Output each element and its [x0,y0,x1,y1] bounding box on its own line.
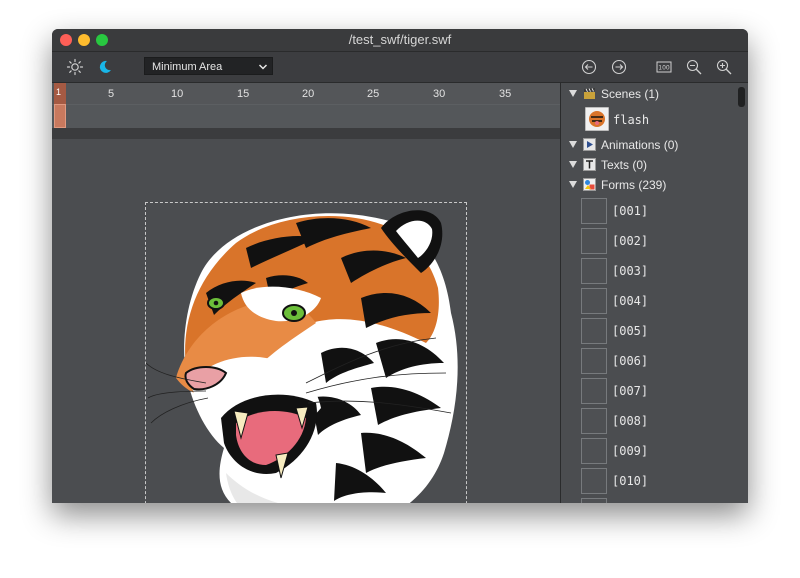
form-thumbnail[interactable] [581,468,607,494]
scene-thumbnail [585,107,609,131]
tree-forms-label: Forms (239) [601,178,667,192]
zoom-mode-value: Minimum Area [152,61,223,73]
form-item-label[interactable]: [006] [612,354,648,368]
titlebar: /test_swf/tiger.swf [52,29,748,52]
current-frame-label: 1 [56,87,62,97]
ruler-tick: 20 [302,88,315,100]
timeline-frames[interactable] [52,104,560,129]
stage-pane: 1 5 10 15 20 25 30 35 [52,83,560,503]
form-item-label[interactable]: [003] [612,264,648,278]
form-item-label[interactable]: [010] [612,474,648,488]
disclosure-triangle-icon[interactable] [569,181,577,188]
form-thumbnail[interactable] [581,228,607,254]
timeline-divider [52,128,560,139]
form-thumbnail[interactable] [581,438,607,464]
zoom-100-label: 100 [658,65,670,72]
tiger-head-image [146,210,458,503]
current-frame-cell[interactable] [54,104,66,128]
form-thumbnail[interactable] [581,198,607,224]
chevron-down-icon [258,64,268,70]
form-item-label[interactable]: [004] [612,294,648,308]
scene-flash-label: flash [613,113,650,127]
window-title: /test_swf/tiger.swf [348,32,452,47]
text-icon [583,158,596,171]
clapperboard-icon [584,88,595,99]
toolbar: Minimum Area 100 [52,52,748,83]
disclosure-triangle-icon[interactable] [569,90,577,97]
play-icon [583,138,596,151]
tree-scrollbar[interactable] [738,87,745,107]
circle-left-arrow-icon[interactable] [580,58,598,76]
form-thumbnail[interactable] [581,498,607,503]
tree-texts-label: Texts (0) [601,158,648,172]
form-thumbnail[interactable] [581,408,607,434]
form-item-label[interactable]: [008] [612,414,648,428]
disclosure-triangle-icon[interactable] [569,161,577,168]
ruler-tick: 30 [433,88,446,100]
ruler-tick: 25 [367,88,380,100]
zoom-in-icon[interactable] [715,58,733,76]
timeline-ruler[interactable]: 1 5 10 15 20 25 30 35 [52,83,560,104]
ruler-tick: 10 [171,88,184,100]
form-item-label[interactable]: [007] [612,384,648,398]
form-thumbnail[interactable] [581,318,607,344]
tree-scenes-label: Scenes (1) [601,87,660,101]
zoom-100-icon[interactable]: 100 [655,58,673,76]
disclosure-triangle-icon[interactable] [569,141,577,148]
resource-tree: Scenes (1) flash Animations (0) Texts (0… [561,83,748,503]
zoom-out-icon[interactable] [685,58,703,76]
circle-right-arrow-icon[interactable] [610,58,628,76]
playhead-marker[interactable]: 1 [54,83,66,104]
form-item-label[interactable]: [001] [612,204,648,218]
form-thumbnail[interactable] [581,378,607,404]
ruler-tick: 35 [499,88,512,100]
ruler-tick: 5 [108,88,115,100]
form-item-label[interactable]: [002] [612,234,648,248]
form-thumbnail[interactable] [581,288,607,314]
form-thumbnail[interactable] [581,348,607,374]
app-window: /test_swf/tiger.swf Minimum Area 100 1 5… [52,29,748,503]
tree-animations-label: Animations (0) [601,138,679,152]
zoom-mode-select[interactable]: Minimum Area [144,57,273,75]
shapes-icon [583,178,596,191]
form-item-label[interactable]: [005] [612,324,648,338]
ruler-tick: 15 [237,88,250,100]
sun-icon[interactable] [66,58,84,76]
form-item-label[interactable]: [009] [612,444,648,458]
moon-icon[interactable] [96,58,114,76]
form-thumbnail[interactable] [581,258,607,284]
stage-canvas[interactable] [145,202,467,503]
